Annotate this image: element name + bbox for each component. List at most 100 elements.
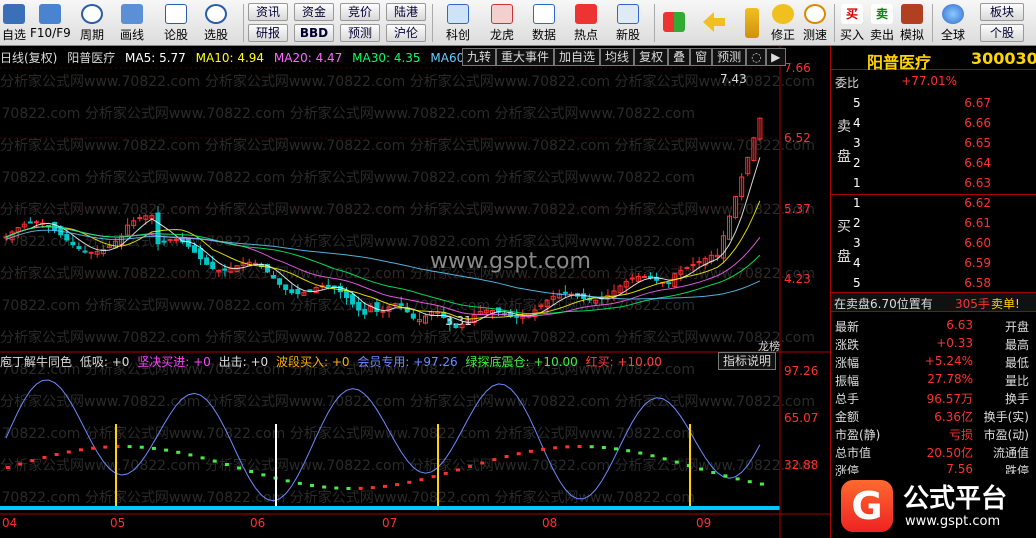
buy-level-4[interactable]: 4 6.59 bbox=[831, 254, 1031, 274]
sell-level-1[interactable]: 1 6.63 bbox=[831, 174, 1031, 194]
sim-button[interactable]: 模拟 bbox=[898, 2, 926, 44]
price-tick: 6.52 bbox=[784, 131, 811, 145]
watermark-text: 分析家公式网www.70822.com 分析家公式网www.70822.com … bbox=[0, 329, 815, 346]
candle-body bbox=[70, 241, 76, 246]
shuju-button[interactable]: 数据 bbox=[526, 2, 562, 44]
fuquan-button[interactable]: 复权 bbox=[634, 48, 669, 66]
ma-button[interactable]: 均线 bbox=[600, 48, 635, 66]
x-tick: 08 bbox=[542, 516, 558, 530]
stat-row: 振幅 27.78% 量比 bbox=[835, 372, 1029, 388]
keji-button[interactable]: 科创 bbox=[440, 2, 476, 44]
redian-button[interactable]: 热点 bbox=[568, 2, 604, 44]
major-event-button[interactable]: 重大事件 bbox=[496, 48, 555, 66]
watermark-text: 分析家公式网www.70822.com 分析家公式网www.70822.com … bbox=[0, 393, 815, 410]
lock-icon[interactable]: ◌ bbox=[746, 48, 767, 66]
indicator-dot bbox=[723, 474, 728, 478]
draw-button[interactable]: 画线 bbox=[114, 2, 150, 44]
indicator-dot bbox=[285, 479, 290, 483]
candle-body bbox=[356, 301, 362, 311]
chart-select-icon bbox=[205, 4, 227, 24]
gegu-button[interactable]: 个股 bbox=[980, 24, 1024, 42]
buy-level-5[interactable]: 5 6.58 bbox=[831, 274, 1031, 294]
indicator-dot bbox=[699, 467, 704, 471]
indicator-header: 庖丁解牛同色 低吸: +0 坚决买进: +0 出击: +0 波段买入: +0 会… bbox=[0, 353, 662, 369]
indicator-item: 坚决买进: +0 bbox=[137, 355, 211, 369]
sell-level-2[interactable]: 2 6.64 bbox=[831, 154, 1031, 174]
sell-level-4[interactable]: 4 6.66 bbox=[831, 114, 1031, 134]
candle-body bbox=[161, 240, 167, 243]
updown-button[interactable] bbox=[740, 2, 764, 44]
modify-button[interactable]: 修正 bbox=[768, 2, 798, 44]
indicator-dot bbox=[103, 445, 108, 449]
indicator-dot bbox=[492, 458, 497, 462]
jingjia-button[interactable]: 竞价 bbox=[340, 3, 380, 21]
candle-body bbox=[690, 264, 696, 267]
buy-level-3[interactable]: 3 6.60 bbox=[831, 234, 1031, 254]
window-button[interactable]: 窗 bbox=[690, 48, 713, 66]
x-tick: 07 bbox=[382, 516, 398, 530]
global-button[interactable]: 全球 bbox=[936, 2, 970, 44]
order-note: 在卖盘6.70位置有 305手 卖单! bbox=[831, 292, 1036, 312]
stat-row: 市盈(静) 亏损 市盈(动) bbox=[835, 428, 1029, 442]
overlay-button[interactable]: 叠 bbox=[668, 48, 691, 66]
yuce-button[interactable]: 预测 bbox=[340, 24, 380, 42]
document-icon bbox=[617, 4, 639, 24]
candle-body bbox=[198, 248, 204, 260]
sell-button[interactable]: 卖卖出 bbox=[868, 2, 896, 44]
indicator-help-button[interactable]: 指标说明 bbox=[718, 352, 777, 370]
candle-body bbox=[380, 310, 386, 313]
lungu-button[interactable]: 论股 bbox=[158, 2, 194, 44]
ind-tick: 32.88 bbox=[784, 458, 819, 472]
candle-body bbox=[374, 302, 380, 312]
hulun-button[interactable]: 沪伦 bbox=[386, 24, 426, 42]
forecast-button[interactable]: 预测 bbox=[712, 48, 747, 66]
watermark-text: 分析家公式网www.70822.com 分析家公式网www.70822.com … bbox=[0, 233, 695, 250]
test-button[interactable]: 测速 bbox=[800, 2, 830, 44]
back-button[interactable] bbox=[700, 2, 728, 44]
indicator-dot bbox=[382, 484, 387, 488]
indicator-dot bbox=[395, 483, 400, 487]
sell-level-5[interactable]: 5 6.67 bbox=[831, 94, 1031, 114]
xuangu-button[interactable]: 选股 bbox=[198, 2, 234, 44]
bankuai-button[interactable]: 板块 bbox=[980, 3, 1024, 21]
f10-button[interactable]: F10/F9 bbox=[30, 2, 71, 44]
add-watch-button[interactable]: 加自选 bbox=[554, 48, 601, 66]
longbang-badge[interactable]: 龙榜 bbox=[758, 338, 780, 354]
bbd-button[interactable]: BBD bbox=[294, 24, 334, 42]
chart-mode[interactable]: 日线(复权) bbox=[0, 51, 57, 65]
zixun-button[interactable]: 资讯 bbox=[248, 3, 288, 21]
quote-panel: 阳普医疗 300030 委比 +77.01% 卖 盘 买 盘 5 6.67 4 6.… bbox=[830, 46, 1036, 538]
candle-body bbox=[155, 212, 161, 245]
indicator-name[interactable]: 庖丁解牛同色 bbox=[0, 355, 72, 369]
sell-level-3[interactable]: 3 6.65 bbox=[831, 134, 1031, 154]
candle-body bbox=[82, 250, 88, 253]
longhu-button[interactable]: 龙虎 bbox=[484, 2, 520, 44]
yanbao-button[interactable]: 研报 bbox=[248, 24, 288, 42]
buy-button[interactable]: 买买入 bbox=[838, 2, 866, 44]
jiuzhuan-button[interactable]: 九转 bbox=[462, 48, 497, 66]
indicator-dot bbox=[662, 457, 667, 461]
candle-body bbox=[641, 275, 647, 278]
lugang-button[interactable]: 陆港 bbox=[386, 3, 426, 21]
hot-icon bbox=[575, 4, 597, 24]
toolbar-divider bbox=[834, 4, 835, 42]
indicator-dot bbox=[565, 445, 570, 449]
chart-header: 日线(复权) 阳普医疗 MA5: 5.77 MA10: 4.94 MA20: 4… bbox=[0, 49, 484, 65]
indicator-dot bbox=[419, 478, 424, 482]
buy-level-1[interactable]: 1 6.62 bbox=[831, 194, 1031, 214]
buy-level-2[interactable]: 2 6.61 bbox=[831, 214, 1031, 234]
price-tick: 5.37 bbox=[784, 202, 811, 216]
watermark-text: 分析家公式网www.70822.com 分析家公式网www.70822.com … bbox=[0, 73, 815, 90]
indicator-dot bbox=[188, 453, 193, 457]
brand-logo-icon: G bbox=[841, 480, 893, 532]
indicator-dot bbox=[334, 486, 339, 490]
indicator-dot bbox=[66, 450, 71, 454]
layout-button[interactable] bbox=[660, 2, 688, 44]
zixuan-button[interactable]: 自选 bbox=[0, 2, 28, 44]
xingu-button[interactable]: 新股 bbox=[610, 2, 646, 44]
kline-chart-area[interactable]: 分析家公式网www.70822.com 分析家公式网www.70822.com … bbox=[0, 46, 830, 538]
period-button[interactable]: 周期 bbox=[74, 2, 110, 44]
zijin-button[interactable]: 资金 bbox=[294, 3, 334, 21]
indicator-item: 低吸: +0 bbox=[79, 355, 130, 369]
indicator-dot bbox=[18, 462, 23, 466]
